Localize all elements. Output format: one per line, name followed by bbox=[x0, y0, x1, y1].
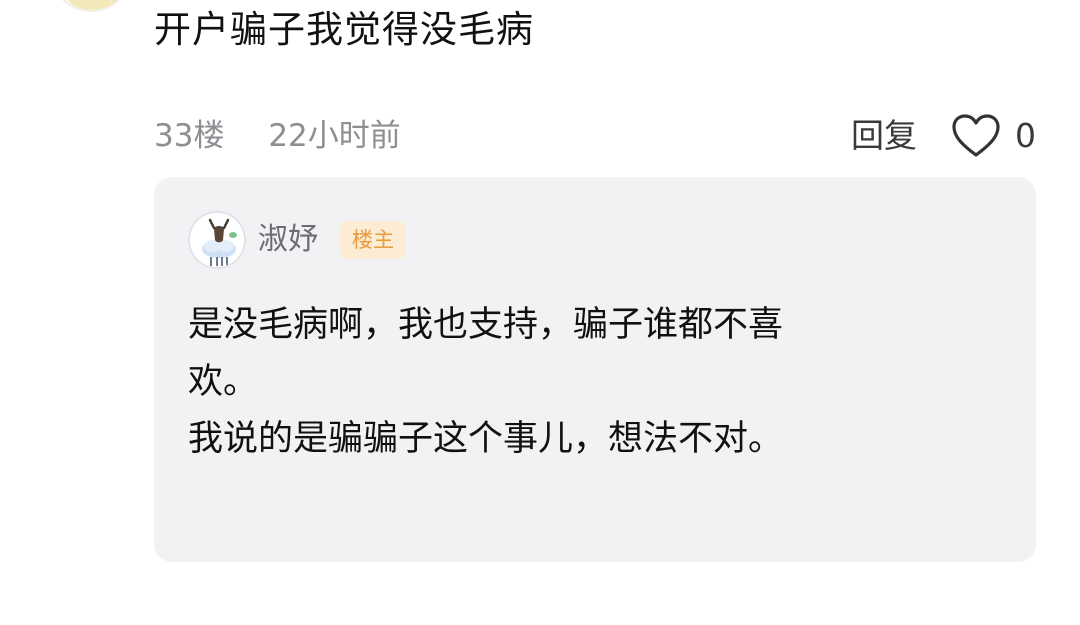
comment-actions: 回复 0 bbox=[851, 110, 1036, 162]
op-badge: 楼主 bbox=[340, 221, 406, 259]
reply-card[interactable]: 淑妤 楼主 是没毛病啊，我也支持，骗子谁都不喜 欢。 我说的是骗骗子这个事儿，想… bbox=[154, 177, 1036, 562]
comment-meta: 33楼 22小时前 bbox=[154, 114, 401, 158]
reply-line: 是没毛病啊，我也支持，骗子谁都不喜 bbox=[188, 305, 784, 345]
commenter-avatar[interactable] bbox=[50, 0, 132, 12]
reply-button[interactable]: 回复 bbox=[851, 110, 917, 162]
like-count: 0 bbox=[1015, 116, 1036, 155]
like-button[interactable]: 0 bbox=[951, 110, 1036, 162]
comment-text: 开户骗子我觉得没毛病 bbox=[154, 8, 534, 51]
heart-icon bbox=[952, 114, 1000, 157]
comment-thread: 开户骗子我觉得没毛病 33楼 22小时前 回复 0 淑妤 楼主 是没毛病啊，我也… bbox=[0, 0, 1080, 625]
comment-time: 22小时前 bbox=[268, 118, 401, 154]
reply-line: 欢。 bbox=[188, 362, 259, 402]
reply-avatar[interactable] bbox=[188, 211, 246, 269]
goat-avatar-icon bbox=[190, 213, 244, 267]
avatar-image bbox=[68, 0, 118, 10]
reply-line: 我说的是骗骗子这个事儿，想法不对。 bbox=[188, 419, 784, 459]
floor-number: 33楼 bbox=[154, 118, 225, 154]
reply-body: 是没毛病啊，我也支持，骗子谁都不喜 欢。 我说的是骗骗子这个事儿，想法不对。 bbox=[188, 297, 948, 468]
reply-author-name[interactable]: 淑妤 bbox=[258, 219, 318, 261]
